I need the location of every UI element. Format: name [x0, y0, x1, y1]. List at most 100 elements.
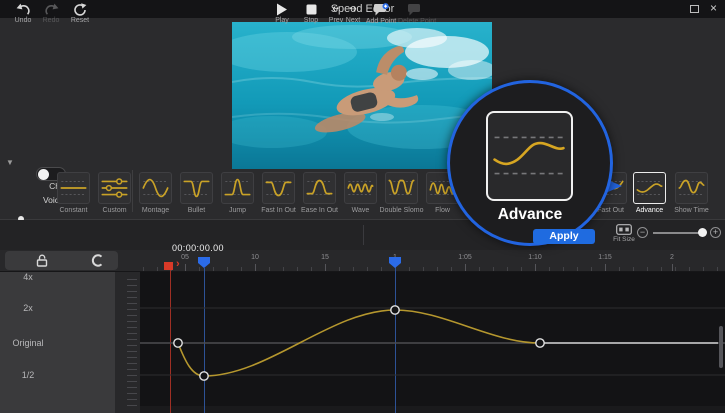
fit-size-icon: [616, 224, 632, 235]
ruler-tick: [689, 267, 690, 271]
delete-point-button[interactable]: Delete Point: [398, 3, 432, 25]
delete-point-label: Delete Point: [398, 18, 432, 25]
playhead-arrow-icon: ›: [176, 258, 180, 270]
ruler-label: 1:05: [458, 254, 472, 261]
preset-custom[interactable]: Custom: [94, 172, 135, 218]
ruler-tick: [227, 267, 228, 271]
collapse-arrow-icon[interactable]: ▼: [6, 158, 14, 167]
ruler-tick: [507, 267, 508, 271]
preset-fast-in-out[interactable]: Fast In Out: [258, 172, 299, 218]
ruler-tick: [241, 267, 242, 271]
vertical-tick-strip: [115, 272, 140, 413]
show-time-curve-icon: [676, 173, 707, 203]
zoom-slider-handle[interactable]: [698, 228, 707, 237]
ruler-tick: [297, 267, 298, 271]
vertical-scrollbar-thumb[interactable]: [719, 326, 723, 368]
preset-thumbnail: [221, 172, 254, 204]
keyframe-point[interactable]: [174, 339, 182, 347]
preset-bullet[interactable]: Bullet: [176, 172, 217, 218]
ruler-major-tick: [672, 264, 673, 271]
ruler-tick: [353, 267, 354, 271]
ruler-tick: [647, 267, 648, 271]
zoom-out-icon[interactable]: −: [637, 227, 648, 238]
restore-icon[interactable]: [690, 5, 699, 13]
preset-thumbnail: [344, 172, 377, 204]
tick-marks: [127, 274, 137, 411]
preset-label: Flow: [435, 207, 450, 214]
preset-montage[interactable]: Montage: [135, 172, 176, 218]
playhead-handle[interactable]: [164, 262, 173, 270]
ruler-tick: [451, 267, 452, 271]
keyframe-point[interactable]: [391, 306, 399, 314]
preset-ease-in-out[interactable]: Ease In Out: [299, 172, 340, 218]
preset-constant[interactable]: Constant: [53, 172, 94, 218]
ruler-tick: [549, 267, 550, 271]
add-point-button[interactable]: Add Point: [364, 3, 398, 25]
ruler-tick: [213, 267, 214, 271]
stop-icon: [306, 3, 317, 16]
preset-label: Bullet: [188, 207, 206, 214]
ruler-tick: [367, 267, 368, 271]
ruler-tick: [479, 267, 480, 271]
preset-label: Custom: [102, 207, 126, 214]
keyframe-point[interactable]: [200, 372, 208, 380]
preset-thumbnail: [303, 172, 336, 204]
fast-in-out-curve-icon: [263, 173, 294, 203]
ruler-major-tick: [605, 264, 606, 271]
ruler-major-tick: [255, 264, 256, 271]
ruler-tick: [157, 267, 158, 271]
add-point-label: Add Point: [364, 18, 398, 25]
preset-double-slomo[interactable]: Double Slomo: [381, 172, 422, 218]
ruler-tick: [633, 267, 634, 271]
snap-icon[interactable]: [91, 254, 104, 267]
preset-label: Show Time: [674, 207, 709, 214]
jump-curve-icon: [222, 173, 253, 203]
preset-jump[interactable]: Jump: [217, 172, 258, 218]
preset-thumbnail: [57, 172, 90, 204]
toolbar-separator: [363, 225, 364, 245]
reset-button[interactable]: Reset: [63, 3, 97, 24]
preset-show-time[interactable]: Show Time: [671, 172, 712, 218]
ruler-label: 15: [321, 254, 329, 261]
preset-wave[interactable]: Wave: [340, 172, 381, 218]
preset-advance[interactable]: Advance: [629, 172, 670, 218]
preset-thumbnail: [180, 172, 213, 204]
advance-curve-icon: [488, 113, 570, 198]
lock-icon[interactable]: [36, 254, 48, 267]
ease-in-out-curve-icon: [304, 173, 335, 203]
keyframe-point[interactable]: [536, 339, 544, 347]
ruler-tick: [703, 267, 704, 271]
speed-axis-label: 1/2: [4, 370, 52, 380]
ruler-tick: [591, 267, 592, 271]
ruler-tick: [717, 267, 718, 271]
ruler-tick: [563, 267, 564, 271]
preset-thumbnail: [262, 172, 295, 204]
advance-curve-icon: [634, 173, 665, 203]
apply-button[interactable]: Apply: [533, 229, 595, 244]
speed-axis-panel: 4x2xOriginal1/2: [0, 272, 115, 413]
speed-editor-window: Speed Editor ×: [0, 0, 725, 413]
zoom-in-icon[interactable]: +: [710, 227, 721, 238]
double-slomo-curve-icon: [386, 173, 417, 203]
reset-label: Reset: [63, 17, 97, 24]
ruler-tick: [311, 267, 312, 271]
ruler-label: 05: [181, 254, 189, 261]
magnifier-label: Advance: [450, 206, 610, 224]
speed-axis-label: 4x: [4, 272, 52, 282]
ruler-tick: [521, 267, 522, 271]
preset-label: Double Slomo: [380, 207, 424, 214]
ruler-tick: [577, 267, 578, 271]
ruler-major-tick: [535, 264, 536, 271]
reset-icon: [73, 3, 87, 16]
fit-size-label: Fit Size: [606, 236, 642, 243]
undo-icon: [16, 3, 31, 16]
redo-icon: [44, 3, 59, 16]
ruler-label: 2: [670, 254, 674, 261]
bullet-curve-icon: [181, 173, 212, 203]
close-icon[interactable]: ×: [710, 1, 717, 15]
ruler-tick: [619, 267, 620, 271]
speed-curve-svg: [140, 272, 725, 413]
ruler-major-tick: [185, 264, 186, 271]
preset-label: Constant: [59, 207, 87, 214]
delete-point-icon: [407, 3, 423, 17]
